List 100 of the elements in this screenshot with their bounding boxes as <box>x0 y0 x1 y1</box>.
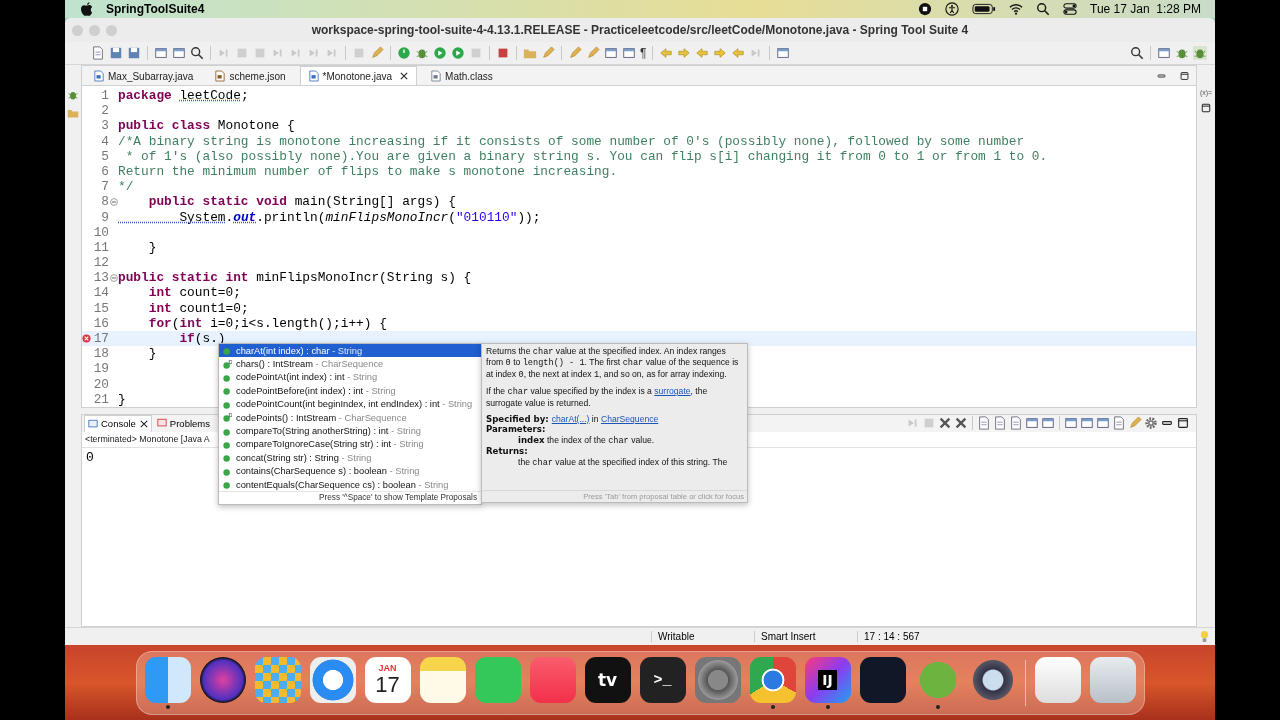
document-icon[interactable] <box>91 46 105 60</box>
calendar-app-icon[interactable]: JAN 17 <box>364 657 411 703</box>
pen-icon[interactable] <box>541 46 555 60</box>
panel-tab[interactable]: Console <box>84 414 152 432</box>
completion-item[interactable]: contentEquals(CharSequence cs) : boolean - String <box>219 477 481 492</box>
window-icon[interactable] <box>172 46 186 60</box>
back-arrow-icon[interactable] <box>659 46 674 60</box>
code-line: } <box>118 391 126 407</box>
line-number: 14 <box>92 285 109 301</box>
grid-app-icon[interactable] <box>254 657 301 703</box>
line-number: 4 <box>100 133 109 149</box>
search-icon[interactable] <box>190 46 204 60</box>
window-title: workspace-spring-tool-suite-4-4.13.1.RELEASE - Practiceleetcode/src/leetCode/Monotone.java - Spring Tool Suite 4 <box>310 23 970 37</box>
close-icon[interactable] <box>400 72 409 80</box>
maximize-icon[interactable] <box>1176 416 1190 431</box>
notes-app-icon[interactable] <box>419 657 466 703</box>
window-icon[interactable] <box>154 46 168 60</box>
code-line: */ <box>118 179 134 195</box>
bug-icon[interactable] <box>67 89 79 101</box>
doc-link[interactable]: surrogate <box>654 386 691 397</box>
power-icon[interactable] <box>397 46 411 60</box>
bug-icon[interactable] <box>1193 46 1207 60</box>
document-icon[interactable] <box>977 416 991 431</box>
editor-tab[interactable]: scheme.json <box>207 67 294 85</box>
close-icon[interactable] <box>139 419 148 428</box>
code-line: } <box>147 346 157 362</box>
document-icon[interactable] <box>993 416 1007 431</box>
editor-tab[interactable]: Math.class <box>423 67 501 85</box>
window-icon[interactable] <box>1080 416 1094 431</box>
line-number: 17 <box>92 331 109 347</box>
completion-item[interactable]: codePointCount(int beginIndex, int endIndex) : int - String <box>219 397 481 411</box>
fold-icon[interactable] <box>109 273 118 282</box>
completion-item[interactable]: codePointBefore(int index) : int - String <box>219 384 481 398</box>
accessibility-icon[interactable] <box>945 2 960 16</box>
terminal-app-icon[interactable]: >_ <box>639 657 686 703</box>
window-icon[interactable] <box>1041 416 1055 431</box>
apple-icon[interactable] <box>81 2 93 16</box>
doc-link[interactable]: CharSequence <box>600 414 659 425</box>
completion-item[interactable]: codePointAt(int index) : int - String <box>219 370 481 385</box>
pen-icon[interactable] <box>370 46 384 60</box>
search-icon[interactable] <box>1036 2 1051 16</box>
doc-paragraph: Returns the char value at the specified index. An index ranges from 0 to length() - 1. The first char value of the sequence is at index 0, the next at index 1, and so on, as for array indexing. <box>486 346 740 381</box>
window-icon[interactable] <box>604 46 618 60</box>
completion-item[interactable]: codePoints() : IntStream - CharSequence <box>219 410 481 425</box>
problems-icon <box>156 417 167 430</box>
document-icon[interactable] <box>1112 416 1126 431</box>
ij-app-icon[interactable]: IJ <box>804 657 851 703</box>
wifi-icon[interactable] <box>1009 2 1024 16</box>
fold-icon[interactable] <box>109 197 118 206</box>
app-icon-label: IJ <box>818 670 837 690</box>
window-icon[interactable] <box>1064 416 1078 431</box>
orb-app-icon[interactable] <box>199 657 246 703</box>
completion-item[interactable]: charAt(int index) : char - String <box>219 344 481 358</box>
run-icon[interactable] <box>451 46 465 60</box>
save-icon[interactable] <box>109 46 123 60</box>
menu-bar-clock[interactable]: Tue 17 Jan 1:28 PM <box>1090 2 1201 16</box>
app-name[interactable]: SpringToolSuite4 <box>106 2 205 16</box>
remove-icon[interactable] <box>954 416 968 431</box>
panel-tab[interactable]: Problems <box>153 415 213 432</box>
forward-arrow-icon[interactable] <box>713 46 728 60</box>
line-number: 3 <box>100 118 109 134</box>
code-line: if(s.) <box>178 331 226 347</box>
stop-icon[interactable] <box>496 46 510 60</box>
pen-icon[interactable] <box>568 46 582 60</box>
forward-arrow-icon[interactable] <box>677 46 692 60</box>
completion-item[interactable]: compareToIgnoreCase(String str) : int - String <box>219 437 481 452</box>
completion-item[interactable]: compareTo(String anotherString) : int - String <box>219 424 481 438</box>
doc-link[interactable]: charAt(...) <box>551 414 590 425</box>
search-icon[interactable] <box>1130 46 1144 60</box>
pen-icon[interactable] <box>586 46 600 60</box>
line-number: 20 <box>92 376 109 392</box>
window-icon[interactable] <box>1025 416 1039 431</box>
window-icon[interactable] <box>1157 46 1171 60</box>
completion-item[interactable]: contains(CharSequence s) : boolean - String <box>219 464 481 478</box>
completion-item[interactable]: concat(String str) : String - String <box>219 451 481 465</box>
editor-tab[interactable]: *Monotone.java <box>299 66 418 85</box>
show-whitespace-button[interactable]: ¶ <box>640 46 647 60</box>
circle-app-icon[interactable] <box>749 657 796 703</box>
window-icon[interactable] <box>776 46 791 60</box>
line-number: 18 <box>92 346 109 362</box>
document-icon[interactable] <box>1009 416 1023 431</box>
settings-icon[interactable] <box>1144 416 1158 431</box>
trash-icon[interactable] <box>1089 657 1136 703</box>
back-arrow-icon[interactable] <box>695 46 710 60</box>
folder-icon[interactable] <box>67 107 79 119</box>
battery-icon[interactable] <box>972 2 997 16</box>
completion-item[interactable]: chars() : IntStream - CharSequence <box>219 357 481 371</box>
window-icon[interactable] <box>622 46 636 60</box>
control-center-icon[interactable] <box>1063 2 1078 16</box>
tv-app-icon[interactable]: tv <box>584 657 631 703</box>
back-arrow-icon[interactable] <box>731 46 746 60</box>
editor-tab[interactable]: Max_Subarray.java <box>86 67 202 85</box>
save-icon[interactable] <box>127 46 141 60</box>
window-icon[interactable] <box>1096 416 1110 431</box>
record-icon[interactable] <box>918 2 933 16</box>
maximize-icon[interactable] <box>1200 102 1212 114</box>
run-icon[interactable] <box>433 46 447 60</box>
code-line: int count=0; <box>147 285 241 301</box>
remove-icon[interactable] <box>938 416 952 431</box>
lightbulb-icon[interactable] <box>1200 630 1209 643</box>
